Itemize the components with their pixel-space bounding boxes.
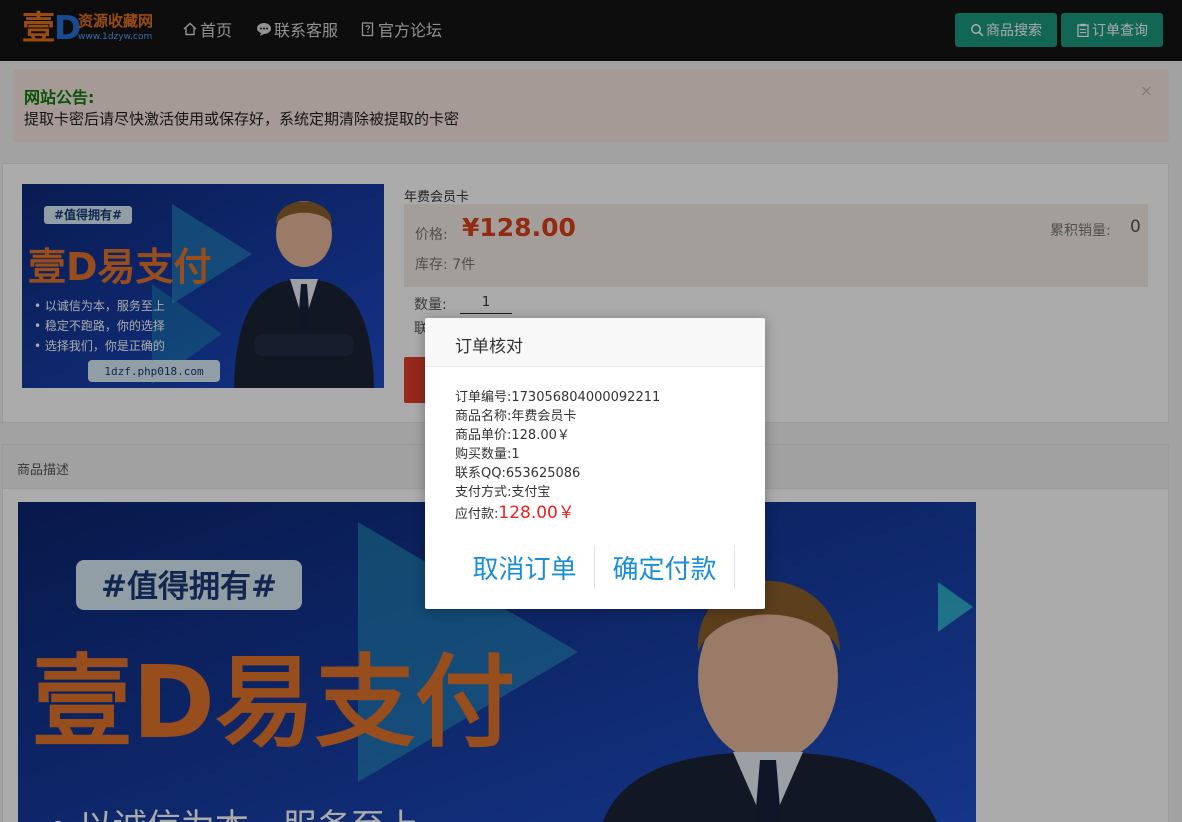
detail-order-number: 订单编号:173056804000092211 [455, 390, 661, 405]
detail-quantity: 购买数量:1 [455, 447, 520, 462]
amount-due-value: 128.00￥ [498, 503, 575, 523]
detail-unit-price: 商品单价:128.00￥ [455, 428, 570, 443]
confirm-payment-button[interactable]: 确定付款 [595, 545, 735, 589]
detail-product-name: 商品名称:年费会员卡 [455, 409, 577, 424]
detail-amount-due: 应付款:128.00￥ [455, 503, 575, 523]
order-confirm-dialog: 订单核对 订单编号:173056804000092211 商品名称:年费会员卡 … [425, 318, 765, 609]
detail-contact-qq: 联系QQ:653625086 [455, 466, 581, 481]
dialog-header: 订单核对 [425, 318, 765, 367]
order-details: 订单编号:173056804000092211 商品名称:年费会员卡 商品单价:… [455, 388, 660, 526]
detail-payment-method: 支付方式:支付宝 [455, 485, 551, 500]
cancel-order-button[interactable]: 取消订单 [455, 545, 595, 589]
dialog-title: 订单核对 [455, 337, 523, 357]
